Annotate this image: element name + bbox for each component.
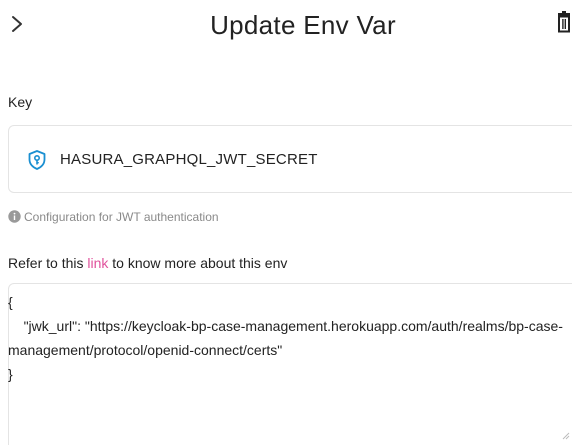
- refer-prefix: Refer to this: [8, 255, 88, 271]
- refer-text: Refer to this link to know more about th…: [8, 255, 287, 271]
- trash-icon[interactable]: [556, 10, 572, 34]
- docs-link[interactable]: link: [87, 255, 108, 271]
- resize-handle-icon[interactable]: [562, 432, 570, 440]
- update-env-var-panel: Update Env Var Key HASURA_GRAPHQL_JWT_SE…: [0, 0, 572, 445]
- page-title: Update Env Var: [210, 10, 396, 40]
- info-icon: [8, 210, 21, 223]
- shield-key-icon: [28, 150, 46, 170]
- refer-suffix: to know more about this env: [108, 255, 288, 271]
- key-label: Key: [8, 94, 33, 110]
- key-value: HASURA_GRAPHQL_JWT_SECRET: [60, 151, 318, 168]
- value-text[interactable]: { "jwk_url": "https://keycloak-bp-case-m…: [8, 290, 568, 386]
- info-text: Configuration for JWT authentication: [24, 210, 219, 224]
